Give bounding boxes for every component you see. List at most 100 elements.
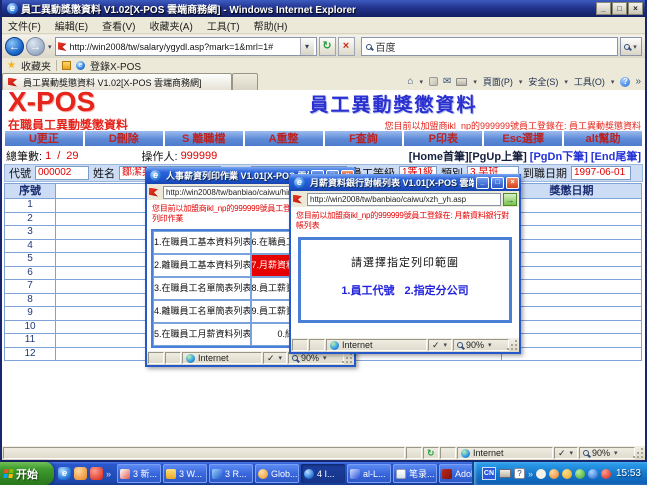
tray-icon-2[interactable] [549, 469, 559, 479]
address-dropdown-icon[interactable]: ▾ [300, 38, 314, 55]
new-tab-button[interactable] [232, 73, 258, 90]
favorites-label[interactable]: 收藏夹 [21, 58, 51, 73]
menu-item-left[interactable]: 1.在職員工基本資料列表 [153, 231, 251, 254]
refresh-button[interactable]: ↻ [319, 37, 336, 56]
print-range-option[interactable]: 2.指定分公司 [405, 282, 469, 298]
protected-mode-panel[interactable]: ✓ ▾ [554, 447, 578, 459]
function-button[interactable]: U更正 [5, 131, 85, 146]
tab-active[interactable]: 員工異動獎懲資料 V1.02[X-POS 雲端商務網] [2, 73, 232, 90]
search-button[interactable]: ▾ [620, 37, 642, 56]
favorites-link[interactable]: 登錄X-POS [90, 58, 141, 73]
go-button[interactable]: → [503, 193, 517, 206]
field-value[interactable]: 1997-06-01 [571, 166, 631, 180]
quick-launch-qq-icon[interactable] [74, 467, 87, 480]
function-button[interactable]: alt幫助 [564, 131, 642, 146]
ie-icon: e [294, 177, 305, 188]
function-button[interactable]: D刪除 [85, 131, 165, 146]
search-input[interactable]: 百度 [361, 37, 618, 56]
tools-menu[interactable]: 工具(O) [574, 75, 605, 88]
tray-chevron-icon[interactable]: » [528, 469, 533, 479]
tray-icon-5[interactable] [588, 469, 598, 479]
zone-label: Internet [473, 448, 504, 458]
menu-item-left[interactable]: 5.在職員工月薪資料列表 [153, 323, 251, 346]
taskbar-window-button[interactable]: Glob... [255, 464, 299, 483]
function-button[interactable]: Esc選擇 [484, 131, 564, 146]
restore-button[interactable]: □ [612, 2, 627, 15]
feeds-icon[interactable] [429, 77, 438, 86]
forward-button[interactable]: → [26, 37, 45, 56]
popup-address-input[interactable]: http://win2008/tw/banbiao/caiwu/xzh_yh.a… [307, 193, 501, 206]
print-range-option[interactable]: 1.員工代號 [341, 282, 394, 298]
zoom-control[interactable]: 90% ▾ [579, 447, 635, 459]
protected-mode-panel[interactable]: ✓ ▾ [428, 339, 452, 351]
taskbar-window-button[interactable]: 3 R... [209, 464, 253, 483]
safety-menu[interactable]: 安全(S) [528, 75, 558, 88]
printer-tray-icon[interactable] [499, 469, 511, 478]
taskbar-window-button[interactable]: al-L... [347, 464, 391, 483]
record-nav-row: 總筆數: 1 / 29 操作人: 999999 [Home首筆][PgUp上筆]… [6, 149, 641, 163]
quick-launch-chevron-icon[interactable]: » [106, 469, 111, 479]
print-range-prompt: 請選擇指定列印範圍 [301, 254, 509, 270]
taskbar-window-button[interactable]: 笔录... [393, 464, 437, 483]
function-button[interactable]: F查詢 [325, 131, 405, 146]
maximize-button[interactable]: □ [491, 177, 504, 189]
language-indicator[interactable]: CN [482, 467, 496, 480]
quick-launch-messenger-icon[interactable] [90, 467, 103, 480]
zoom-level: 90% [592, 448, 610, 458]
history-dropdown-icon[interactable]: ▾ [47, 43, 53, 51]
address-bar[interactable]: http://win2008/tw/salary/ygydl.asp?mark=… [55, 37, 317, 56]
resize-grip[interactable] [635, 446, 645, 460]
zoom-control[interactable]: 90% ▾ [453, 339, 509, 351]
seq-cell: 10 [4, 321, 56, 335]
help-icon[interactable]: ? [620, 77, 630, 87]
overflow-chevron-icon[interactable]: » [635, 76, 641, 87]
print-icon[interactable] [456, 78, 467, 86]
start-button[interactable]: 开始 [0, 462, 54, 485]
tray-icon-3[interactable] [562, 469, 572, 479]
back-button[interactable]: ← [5, 37, 24, 56]
function-button[interactable]: P印表 [404, 131, 484, 146]
taskbar-window-button[interactable]: 3 W... [163, 464, 207, 483]
print-dropdown-icon[interactable]: ▾ [472, 78, 478, 86]
menu-item[interactable]: 查看(V) [102, 18, 135, 33]
menu-item[interactable]: 編輯(E) [55, 18, 88, 33]
close-button[interactable]: × [506, 177, 519, 189]
minimize-button[interactable]: _ [596, 2, 611, 15]
tray-icon-1[interactable] [536, 469, 546, 479]
close-button[interactable]: × [628, 2, 643, 15]
bank-report-popup: e 月薪資料銀行對帳列表 V1.01[X-POS 雲端商務... _ □ × h… [289, 174, 521, 354]
menu-item[interactable]: 文件(F) [8, 18, 41, 33]
home-dropdown-icon[interactable]: ▾ [418, 78, 424, 86]
seq-cell: 3 [4, 226, 56, 240]
resize-grip[interactable] [509, 338, 519, 352]
help-tray-icon[interactable]: ? [514, 468, 525, 479]
taskbar-window-button[interactable]: 4 I... [301, 464, 345, 483]
zoom-level: 90% [301, 353, 319, 363]
clock[interactable]: 15:53 [616, 468, 641, 479]
menu-item-left[interactable]: 2.離職員工基本資料列表 [153, 254, 251, 277]
seq-cell: 2 [4, 213, 56, 227]
protected-mode-panel[interactable]: ✓ ▾ [263, 352, 287, 364]
security-zone-panel: Internet [457, 447, 553, 459]
function-button[interactable]: S 離職檔 [165, 131, 245, 146]
menu-item[interactable]: 收藏夹(A) [149, 18, 192, 33]
taskbar-window-button[interactable]: 3 新... [117, 464, 161, 483]
mail-icon[interactable]: ✉ [443, 76, 451, 87]
minimize-button[interactable]: _ [476, 177, 489, 189]
add-favorite-icon[interactable] [62, 61, 71, 70]
stop-button[interactable]: × [338, 37, 355, 56]
menu-item-left[interactable]: 3.在職員工名單簡表列表 [153, 277, 251, 300]
menu-item[interactable]: 帮助(H) [254, 18, 288, 33]
page-menu[interactable]: 頁面(P) [483, 75, 513, 88]
tray-icon-4[interactable] [575, 469, 585, 479]
reward-date-cell [502, 199, 642, 213]
home-icon[interactable]: ⌂ [407, 76, 413, 87]
quick-launch-ie-icon[interactable]: e [58, 467, 71, 480]
tray-icon-6[interactable] [601, 469, 611, 479]
field-value[interactable]: 000002 [35, 166, 89, 180]
menu-item-left[interactable]: 4.離職員工名單簡表列表 [153, 300, 251, 323]
function-button[interactable]: A重整 [245, 131, 325, 146]
address-row: ← → ▾ http://win2008/tw/salary/ygydl.asp… [2, 35, 645, 58]
taskbar-window-button[interactable]: Adob... [439, 464, 472, 483]
menu-item[interactable]: 工具(T) [207, 18, 240, 33]
